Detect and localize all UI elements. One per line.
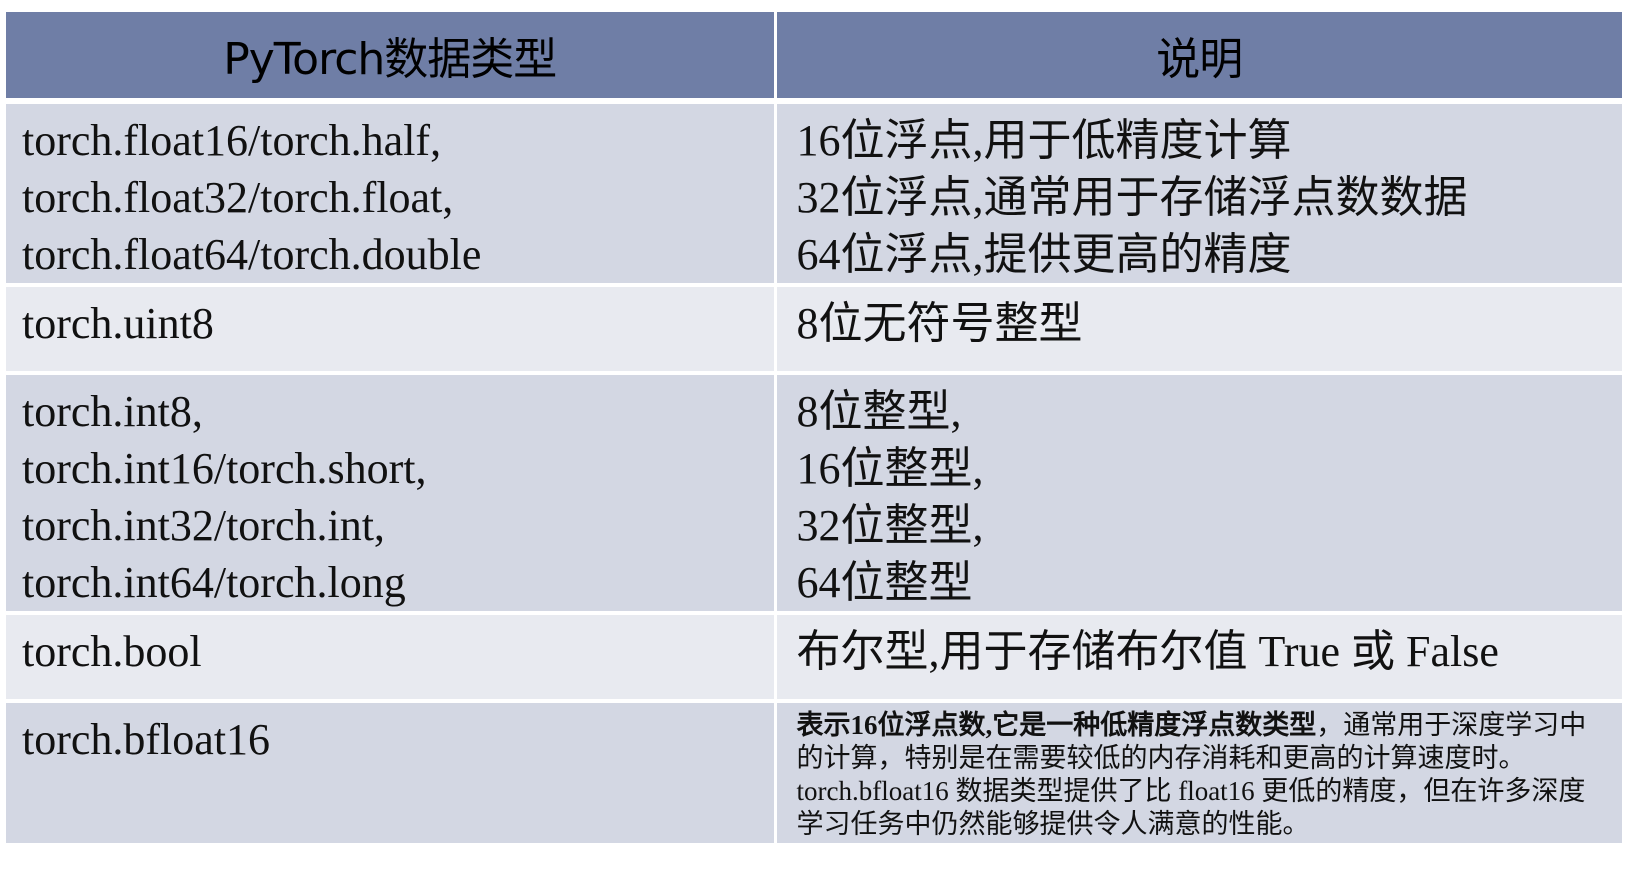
- description-cell: 8位无符号整型: [775, 285, 1622, 375]
- header-description: 说明: [775, 12, 1622, 104]
- data-types-table-container: PyTorch数据类型 说明 torch.float16/torch.half,…: [6, 12, 1622, 847]
- type-cell: torch.bfloat16: [6, 701, 777, 847]
- header-datatype: PyTorch数据类型: [6, 12, 777, 104]
- desc-line: 64位浮点,提供更高的精度: [796, 230, 1292, 279]
- type-line: torch.uint8: [22, 299, 214, 348]
- type-cell: torch.int8, torch.int16/torch.short, tor…: [6, 373, 777, 615]
- type-line: torch.int32/torch.int,: [22, 501, 385, 550]
- table-row-int: torch.int8, torch.int16/torch.short, tor…: [6, 373, 1622, 615]
- pytorch-data-types-table: PyTorch数据类型 说明 torch.float16/torch.half,…: [6, 12, 1622, 847]
- table-row-bool: torch.bool 布尔型,用于存储布尔值 True 或 False: [6, 613, 1622, 703]
- desc-line: 8位整型,: [796, 387, 962, 436]
- type-line: torch.float16/torch.half,: [22, 116, 442, 165]
- type-cell: torch.uint8: [6, 285, 777, 375]
- desc-line: 32位整型,: [796, 501, 984, 550]
- type-line: torch.bool: [22, 627, 202, 676]
- type-line: torch.float64/torch.double: [22, 230, 482, 279]
- description-cell: 布尔型,用于存储布尔值 True 或 False: [775, 613, 1622, 703]
- table-row-float: torch.float16/torch.half, torch.float32/…: [6, 101, 1622, 287]
- desc-line: 32位浮点,通常用于存储浮点数数据: [796, 173, 1468, 222]
- desc-bold: 表示16位浮点数,它是一种低精度浮点数类型: [796, 710, 1317, 740]
- desc-line: 8位无符号整型: [796, 299, 1083, 348]
- table-row-bfloat16: torch.bfloat16 表示16位浮点数,它是一种低精度浮点数类型，通常用…: [6, 701, 1622, 847]
- type-line: torch.bfloat16: [22, 715, 271, 764]
- type-line: torch.int8,: [22, 387, 203, 436]
- desc-line: 布尔型,用于存储布尔值 True 或 False: [796, 627, 1499, 676]
- description-cell: 表示16位浮点数,它是一种低精度浮点数类型，通常用于深度学习中的计算，特别是在需…: [775, 701, 1622, 847]
- type-line: torch.float32/torch.float,: [22, 173, 454, 222]
- description-cell: 8位整型, 16位整型, 32位整型, 64位整型: [775, 373, 1622, 615]
- table-row-uint8: torch.uint8 8位无符号整型: [6, 285, 1622, 375]
- description-cell: 16位浮点,用于低精度计算 32位浮点,通常用于存储浮点数数据 64位浮点,提供…: [775, 101, 1622, 287]
- desc-line: 16位浮点,用于低精度计算: [796, 116, 1292, 165]
- desc-line: 64位整型: [796, 558, 973, 607]
- desc-line: 16位整型,: [796, 444, 984, 493]
- type-line: torch.int16/torch.short,: [22, 444, 427, 493]
- type-cell: torch.float16/torch.half, torch.float32/…: [6, 101, 777, 287]
- table-header-row: PyTorch数据类型 说明: [6, 12, 1622, 104]
- type-line: torch.int64/torch.long: [22, 558, 406, 607]
- type-cell: torch.bool: [6, 613, 777, 703]
